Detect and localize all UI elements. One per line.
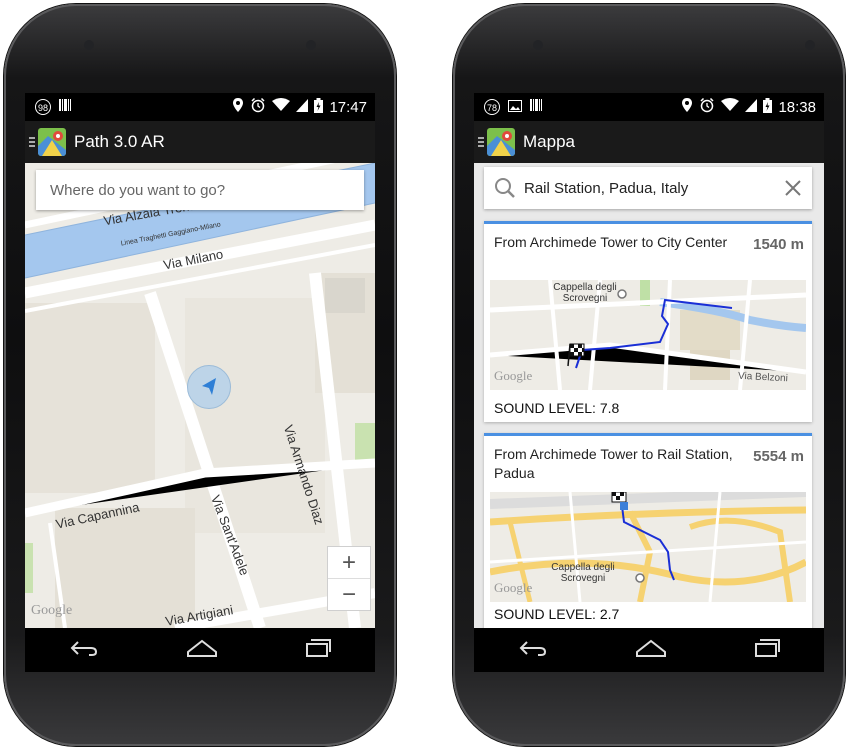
route-distance: 5554 m	[753, 448, 804, 465]
wifi-icon	[721, 98, 740, 116]
route-map[interactable]: Cappella degli Scrovegni Via Belzoni Goo…	[490, 280, 806, 390]
app-logo-icon[interactable]	[487, 128, 515, 156]
zoom-out-button[interactable]: −	[328, 578, 370, 610]
action-bar: Path 3.0 AR	[25, 121, 375, 163]
front-camera	[306, 40, 316, 50]
home-icon[interactable]	[635, 638, 667, 663]
notification-badge: 78	[484, 99, 500, 115]
back-icon[interactable]	[69, 638, 99, 663]
barcode-icon	[59, 98, 71, 116]
nav-drawer-icon[interactable]	[478, 137, 484, 147]
sound-level: SOUND LEVEL: 2.7	[494, 606, 620, 622]
route-title: From Archimede Tower to City Center	[494, 234, 728, 250]
route-card[interactable]: From Archimede Tower to Rail Station, Pa…	[484, 433, 812, 628]
signal-icon	[745, 98, 758, 116]
alarm-icon	[699, 97, 715, 117]
route-card[interactable]: From Archimede Tower to City Center 1540…	[484, 221, 812, 422]
map-label-poi: Cappella degli Scrovegni	[551, 562, 615, 584]
signal-icon	[296, 98, 309, 116]
navigation-arrow-icon	[202, 378, 216, 395]
nav-bar	[25, 628, 375, 672]
search-query[interactable]: Rail Station, Padua, Italy	[524, 180, 688, 197]
wifi-icon	[272, 98, 291, 116]
phone-right: 78 18:38 Mappa Rail Station, Padua, Ital…	[453, 4, 845, 746]
clock: 17:47	[329, 98, 367, 116]
phone-left: 98 17:47 Path 3.0 AR Via Alzaia Trento L…	[4, 4, 396, 746]
google-logo: Google	[31, 603, 73, 618]
map-label-poi: Cappella degli Scrovegni	[553, 282, 617, 304]
recents-icon[interactable]	[305, 638, 332, 663]
app-title: Mappa	[523, 132, 575, 151]
back-icon[interactable]	[518, 638, 548, 663]
zoom-controls: + −	[327, 546, 371, 611]
search-input[interactable]	[36, 180, 364, 200]
map-view[interactable]: Via Alzaia Trento Linea Traghetti Gaggia…	[25, 163, 375, 628]
location-pin-icon	[681, 97, 693, 117]
screen-left: 98 17:47 Path 3.0 AR Via Alzaia Trento L…	[25, 93, 375, 672]
front-camera	[805, 40, 815, 50]
route-title: From Archimede Tower to Rail Station, Pa…	[494, 446, 733, 481]
battery-icon	[314, 97, 324, 117]
route-list: Rail Station, Padua, Italy From Archimed…	[474, 163, 824, 628]
search-icon[interactable]	[494, 177, 516, 204]
notification-badge: 98	[35, 99, 51, 115]
google-logo: Google	[494, 368, 533, 383]
clock: 18:38	[778, 98, 816, 116]
route-map[interactable]: Cappella degli Scrovegni Google	[490, 492, 806, 602]
action-bar: Mappa	[474, 121, 824, 163]
clear-icon[interactable]	[784, 179, 802, 202]
alarm-icon	[250, 97, 266, 117]
battery-icon	[763, 97, 773, 117]
search-box[interactable]: Rail Station, Padua, Italy	[484, 167, 812, 209]
front-sensor	[84, 40, 94, 50]
screen-right: 78 18:38 Mappa Rail Station, Padua, Ital…	[474, 93, 824, 672]
sound-level: SOUND LEVEL: 7.8	[494, 400, 620, 416]
location-pin-icon	[232, 97, 244, 117]
my-location-marker	[187, 365, 231, 409]
route-map-canvas	[490, 492, 806, 602]
google-logo: Google	[494, 580, 533, 595]
front-sensor	[533, 40, 543, 50]
home-icon[interactable]	[186, 638, 218, 663]
search-box[interactable]	[36, 170, 364, 210]
recents-icon[interactable]	[754, 638, 781, 663]
app-title: Path 3.0 AR	[74, 132, 165, 151]
route-distance: 1540 m	[753, 236, 804, 253]
image-icon	[508, 99, 522, 116]
nav-drawer-icon[interactable]	[29, 137, 35, 147]
zoom-in-button[interactable]: +	[328, 547, 370, 578]
barcode-icon	[530, 98, 542, 116]
status-bar: 98 17:47	[25, 93, 375, 121]
nav-bar	[474, 628, 824, 672]
status-bar: 78 18:38	[474, 93, 824, 121]
app-logo-icon[interactable]	[38, 128, 66, 156]
